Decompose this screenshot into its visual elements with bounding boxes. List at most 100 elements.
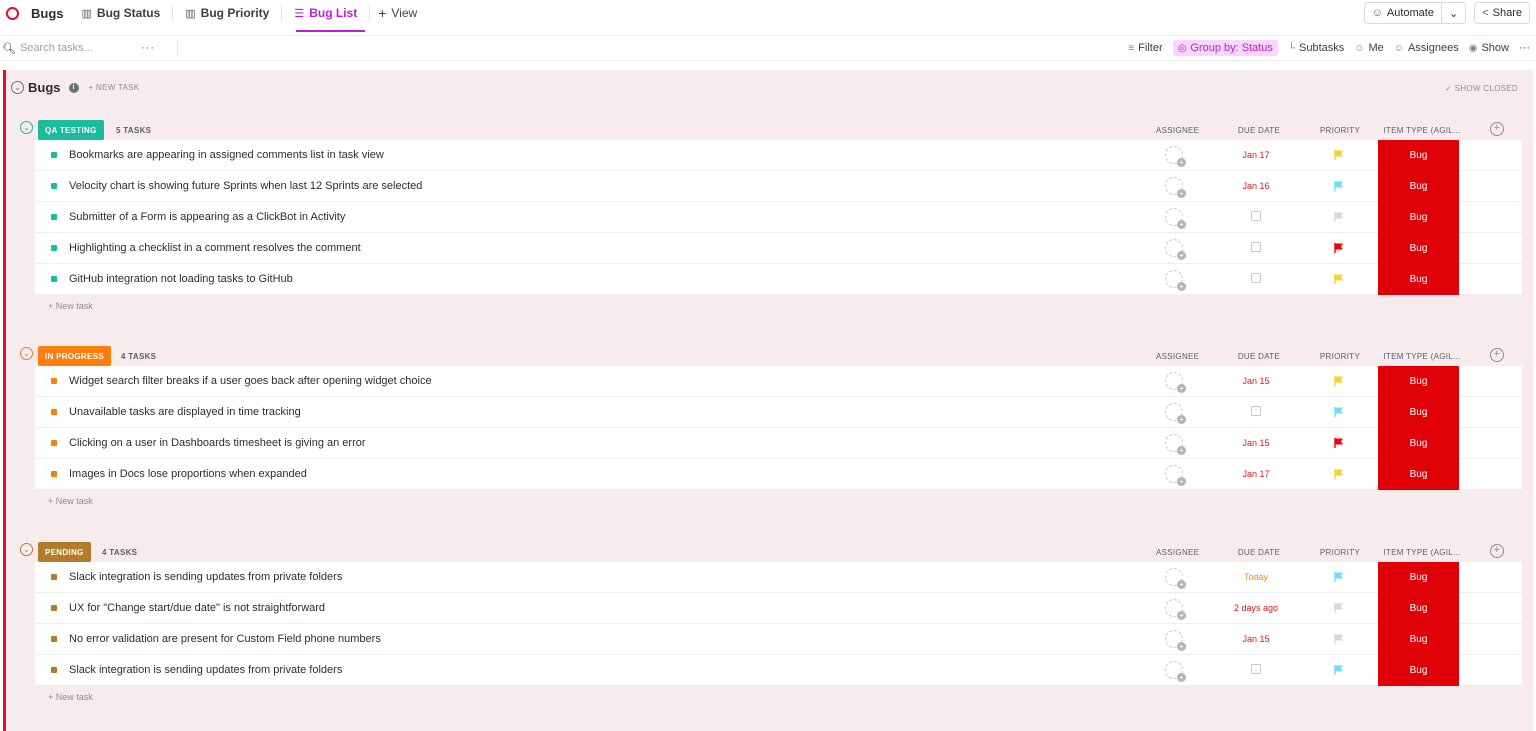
status-square-icon[interactable] [51,574,57,580]
show-closed-button[interactable]: ✓ SHOW CLOSED [1445,84,1518,93]
task-name[interactable]: UX for "Change start/due date" is not st… [69,602,325,614]
collapse-icon[interactable]: ⌄ [20,543,33,556]
table-row[interactable]: Widget search filter breaks if a user go… [35,366,1522,397]
column-header-assignee[interactable]: ASSIGNEE [1156,126,1199,135]
status-square-icon[interactable] [51,409,57,415]
calendar-icon[interactable] [1251,406,1261,416]
priority-flag-icon[interactable] [1333,180,1345,192]
item-type-badge[interactable]: Bug [1378,171,1459,202]
column-header-assignee[interactable]: ASSIGNEE [1156,548,1199,557]
add-assignee-icon[interactable] [1165,270,1186,291]
calendar-icon[interactable] [1251,664,1261,674]
status-square-icon[interactable] [51,245,57,251]
new-task-button[interactable]: + NEW TASK [89,83,140,92]
column-header-item-type[interactable]: ITEM TYPE (AGIL... [1380,126,1464,135]
due-date[interactable]: Jan 15 [1226,634,1286,644]
table-row[interactable]: Highlighting a checklist in a comment re… [35,233,1522,264]
item-type-badge[interactable]: Bug [1378,233,1459,264]
priority-flag-icon[interactable] [1333,211,1345,223]
column-header-priority[interactable]: PRIORITY [1318,548,1362,557]
table-row[interactable]: UX for "Change start/due date" is not st… [35,593,1522,624]
priority-flag-icon[interactable] [1333,437,1345,449]
filter-button[interactable]: ≡ Filter [1128,42,1162,54]
add-column-icon[interactable]: + [1490,544,1504,558]
priority-flag-icon[interactable] [1333,375,1345,387]
new-task-row-button[interactable]: + New task [48,692,93,702]
table-row[interactable]: Slack integration is sending updates fro… [35,562,1522,593]
info-icon[interactable]: i [68,82,79,93]
collapse-icon[interactable]: ⌄ [20,347,33,360]
column-header-item-type[interactable]: ITEM TYPE (AGIL... [1380,352,1464,361]
item-type-badge[interactable]: Bug [1378,397,1459,428]
table-row[interactable]: Unavailable tasks are displayed in time … [35,397,1522,428]
collapse-icon[interactable]: ⌄ [20,121,33,134]
status-square-icon[interactable] [51,667,57,673]
table-row[interactable]: Velocity chart is showing future Sprints… [35,171,1522,202]
priority-flag-icon[interactable] [1333,571,1345,583]
calendar-icon[interactable] [1251,211,1261,221]
add-column-icon[interactable]: + [1490,348,1504,362]
status-square-icon[interactable] [51,152,57,158]
add-assignee-icon[interactable] [1165,177,1186,198]
priority-flag-icon[interactable] [1333,242,1345,254]
item-type-badge[interactable]: Bug [1378,655,1459,686]
tab-bug-priority[interactable]: ▥ Bug Priority [181,0,273,26]
add-assignee-icon[interactable] [1165,146,1186,167]
item-type-badge[interactable]: Bug [1378,562,1459,593]
status-square-icon[interactable] [51,183,57,189]
task-name[interactable]: Unavailable tasks are displayed in time … [69,406,301,418]
due-date[interactable]: Jan 15 [1226,376,1286,386]
add-view-button[interactable]: + View [378,5,417,21]
tab-bug-list[interactable]: ☰ Bug List [290,0,366,32]
status-square-icon[interactable] [51,440,57,446]
add-assignee-icon[interactable] [1165,434,1186,455]
add-assignee-icon[interactable] [1165,465,1186,486]
add-assignee-icon[interactable] [1165,208,1186,229]
item-type-badge[interactable]: Bug [1378,624,1459,655]
item-type-badge[interactable]: Bug [1378,202,1459,233]
table-row[interactable]: Slack integration is sending updates fro… [35,655,1522,686]
task-name[interactable]: Submitter of a Form is appearing as a Cl… [69,211,345,223]
table-row[interactable]: Bookmarks are appearing in assigned comm… [35,140,1522,171]
priority-flag-icon[interactable] [1333,633,1345,645]
add-assignee-icon[interactable] [1165,403,1186,424]
table-row[interactable]: Submitter of a Form is appearing as a Cl… [35,202,1522,233]
calendar-icon[interactable] [1251,273,1261,283]
priority-flag-icon[interactable] [1333,149,1345,161]
table-row[interactable]: Clicking on a user in Dashboards timeshe… [35,428,1522,459]
collapse-icon[interactable]: ⌄ [11,81,24,94]
table-row[interactable]: GitHub integration not loading tasks to … [35,264,1522,295]
task-name[interactable]: Bookmarks are appearing in assigned comm… [69,149,384,161]
add-assignee-icon[interactable] [1165,568,1186,589]
table-row[interactable]: No error validation are present for Cust… [35,624,1522,655]
priority-flag-icon[interactable] [1333,468,1345,480]
item-type-badge[interactable]: Bug [1378,140,1459,171]
due-date[interactable]: Jan 17 [1226,150,1286,160]
me-button[interactable]: ☺ Me [1354,42,1384,54]
status-square-icon[interactable] [51,471,57,477]
task-name[interactable]: Clicking on a user in Dashboards timeshe… [69,437,366,449]
priority-flag-icon[interactable] [1333,664,1345,676]
due-date[interactable]: Jan 16 [1226,181,1286,191]
add-assignee-icon[interactable] [1165,661,1186,682]
item-type-badge[interactable]: Bug [1378,593,1459,624]
add-assignee-icon[interactable] [1165,239,1186,260]
item-type-badge[interactable]: Bug [1378,366,1459,397]
column-header-assignee[interactable]: ASSIGNEE [1156,352,1199,361]
item-type-badge[interactable]: Bug [1378,428,1459,459]
column-header-priority[interactable]: PRIORITY [1318,126,1362,135]
due-date[interactable]: Today [1226,572,1286,582]
due-date[interactable]: Jan 15 [1226,438,1286,448]
more-icon[interactable]: ··· [141,42,155,54]
group-by-button[interactable]: ◎ Group by: Status [1172,40,1278,56]
more-options-icon[interactable]: ··· [1519,42,1530,54]
add-assignee-icon[interactable] [1165,630,1186,651]
status-badge[interactable]: PENDING [38,542,91,562]
task-name[interactable]: Highlighting a checklist in a comment re… [69,242,361,254]
share-button[interactable]: < Share [1474,2,1530,24]
priority-flag-icon[interactable] [1333,273,1345,285]
item-type-badge[interactable]: Bug [1378,459,1459,490]
automate-button[interactable]: ☺ Automate ⌄ [1363,2,1467,24]
status-square-icon[interactable] [51,636,57,642]
add-assignee-icon[interactable] [1165,599,1186,620]
